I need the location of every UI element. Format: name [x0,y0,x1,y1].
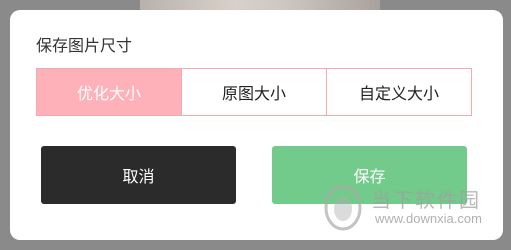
option-optimized-size[interactable]: 优化大小 [37,69,181,115]
cancel-button[interactable]: 取消 [41,146,236,204]
save-button[interactable]: 保存 [272,146,467,204]
option-custom-size[interactable]: 自定义大小 [326,69,471,115]
screen: 保存图片尺寸 优化大小 原图大小 自定义大小 取消 保存 当下软件园 www.d… [0,0,511,250]
size-option-group: 优化大小 原图大小 自定义大小 [36,68,472,116]
dialog-title: 保存图片尺寸 [36,36,133,55]
option-original-size[interactable]: 原图大小 [181,69,326,115]
save-size-dialog: 保存图片尺寸 优化大小 原图大小 自定义大小 取消 保存 [10,10,503,240]
